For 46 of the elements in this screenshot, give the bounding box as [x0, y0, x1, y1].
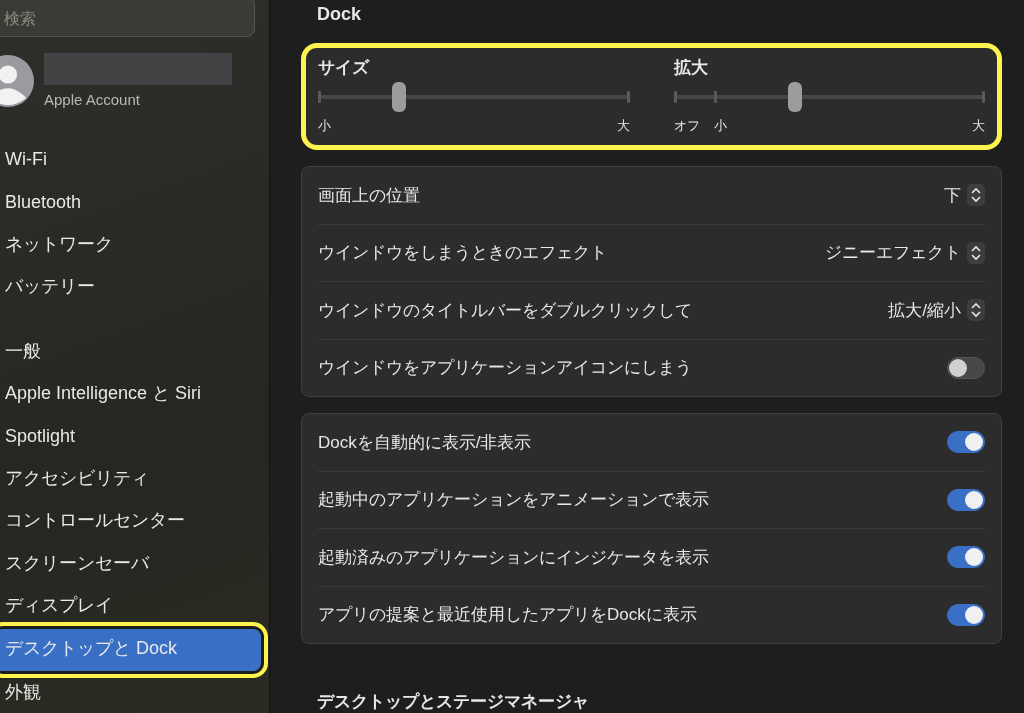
search-field[interactable]: 検索	[0, 0, 255, 38]
toggle-switch[interactable]	[947, 488, 985, 511]
setting-label: 起動中のアプリケーションをアニメーションで表示	[318, 489, 709, 512]
setting-label: 画面上の位置	[318, 184, 420, 207]
sidebar-item[interactable]: スクリーンセーバ	[0, 541, 261, 585]
scale-label: 大	[616, 117, 630, 135]
sidebar-item[interactable]: Spotlight	[0, 414, 261, 458]
popup-menu[interactable]: ジニーエフェクト	[825, 241, 985, 265]
toggle-switch[interactable]	[947, 603, 985, 626]
slider-track[interactable]	[673, 82, 985, 112]
sidebar-item[interactable]: ネットワーク	[0, 223, 261, 266]
setting-label: アプリの提案と最近使用したアプリをDockに表示	[318, 604, 697, 627]
scale-label: 小	[714, 117, 727, 135]
sidebar-item[interactable]: ディスプレイ	[0, 584, 261, 627]
slider-thumb[interactable]	[788, 82, 802, 112]
slider-thumb[interactable]	[392, 82, 406, 112]
setting-label: ウインドウのタイトルバーをダブルクリックして	[318, 299, 692, 322]
slider-label: サイズ	[318, 57, 371, 79]
sidebar-item[interactable]: Bluetooth	[0, 180, 261, 224]
sidebar-item[interactable]: 一般	[0, 329, 261, 373]
chevron-updown-icon	[967, 241, 985, 264]
scale-label: 大	[972, 117, 985, 135]
sidebar-item[interactable]: Wi-Fi	[0, 138, 261, 181]
popup-menu[interactable]: 拡大/縮小	[888, 298, 985, 322]
setting-label: ウインドウをアプリケーションアイコンにしまう	[318, 357, 692, 380]
popup-menu[interactable]: 下	[944, 183, 985, 207]
sidebar-item[interactable]: コントロールセンター	[0, 499, 261, 542]
section-title: デスクトップとステージマネージャ	[317, 691, 590, 713]
sidebar-item[interactable]: 外観	[0, 670, 261, 713]
setting-label: Dockを自動的に表示/非表示	[318, 431, 532, 454]
toggle-switch[interactable]	[947, 431, 985, 454]
sidebar-item[interactable]: バッテリー	[0, 265, 261, 308]
slider-label: 拡大	[673, 57, 709, 79]
slider-track[interactable]	[318, 82, 630, 112]
sidebar-item[interactable]: アクセシビリティ	[0, 457, 261, 500]
scale-label: 小	[318, 117, 331, 135]
section-title: Dock	[317, 4, 362, 25]
toggle-switch[interactable]	[947, 546, 985, 569]
sidebar-item[interactable]: Apple Intelligence と Siri	[0, 372, 261, 415]
account-subtitle[interactable]: Apple Account	[44, 91, 232, 109]
chevron-updown-icon	[967, 184, 985, 207]
scale-label: オフ	[673, 117, 700, 135]
setting-label: ウインドウをしまうときのエフェクト	[318, 242, 607, 265]
chevron-updown-icon	[967, 299, 985, 322]
toggle-switch[interactable]	[947, 356, 985, 379]
setting-label: 起動済みのアプリケーションにインジケータを表示	[318, 546, 709, 569]
